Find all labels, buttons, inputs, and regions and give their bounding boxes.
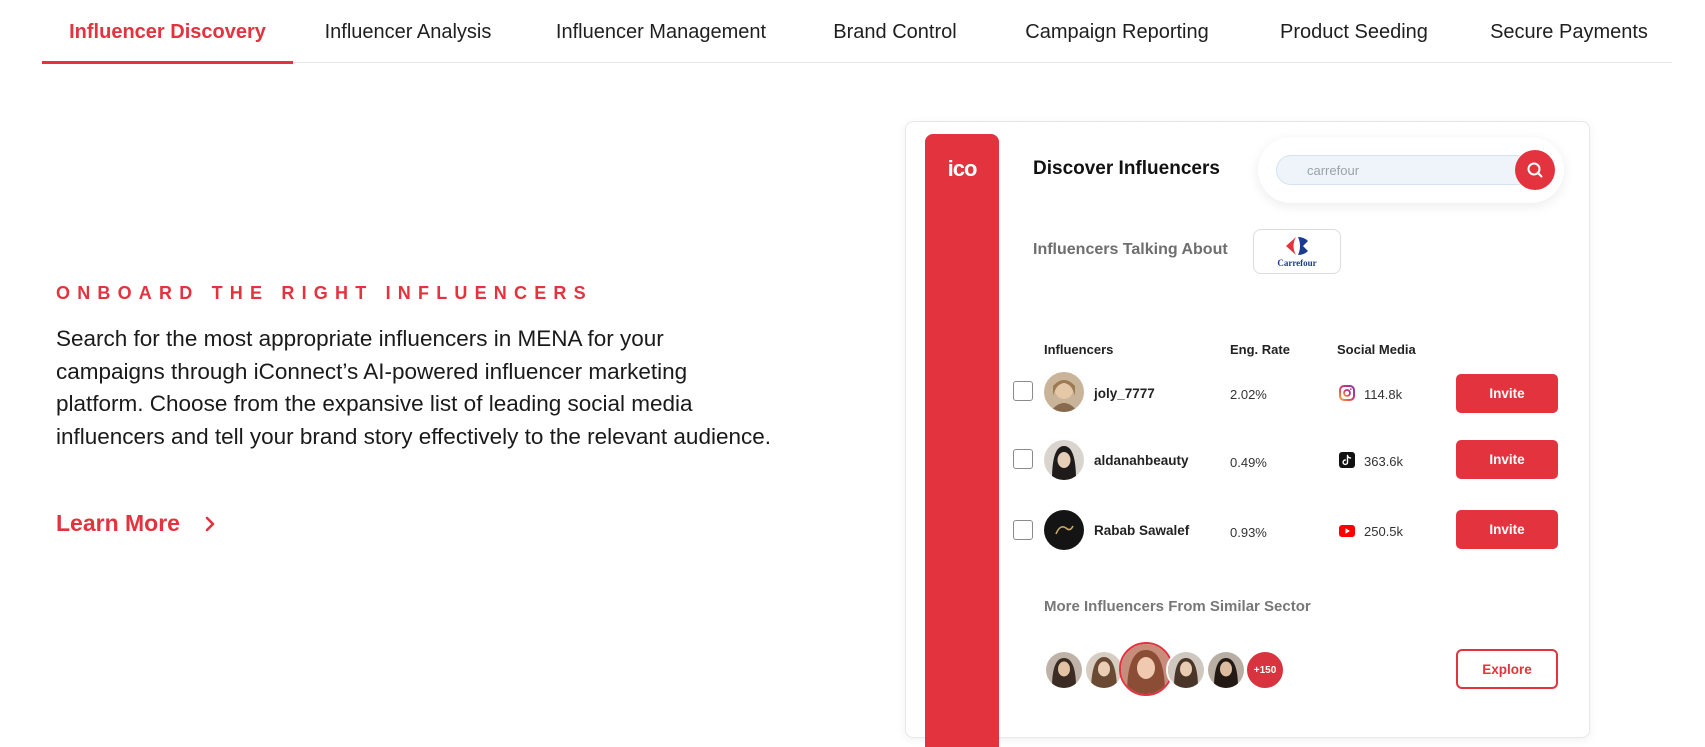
tab-influencer-discovery[interactable]: Influencer Discovery <box>42 0 293 64</box>
learn-more-link[interactable]: Learn More <box>56 510 216 537</box>
followers-count: 250.5k <box>1364 524 1404 539</box>
col-header-eng-rate: Eng. Rate <box>1230 342 1290 357</box>
invite-button[interactable]: Invite <box>1456 374 1558 413</box>
tab-product-seeding[interactable]: Product Seeding <box>1248 0 1460 64</box>
card-top-border <box>926 121 1569 125</box>
tiktok-icon <box>1339 452 1355 468</box>
avatar <box>1206 650 1246 690</box>
app-logo: ico <box>947 156 978 181</box>
row-checkbox[interactable] <box>1013 520 1033 540</box>
carrefour-logo-icon <box>1286 237 1308 255</box>
chevron-right-icon <box>205 516 215 531</box>
section-eyebrow: ONBOARD THE RIGHT INFLUENCERS <box>56 283 593 303</box>
invite-button[interactable]: Invite <box>1456 440 1558 479</box>
invite-button[interactable]: Invite <box>1456 510 1558 549</box>
tab-secure-payments[interactable]: Secure Payments <box>1464 0 1674 64</box>
talking-about-label: Influencers Talking About <box>1033 241 1228 258</box>
search-icon <box>1527 162 1543 178</box>
feature-tabs: Influencer Discovery Influencer Analysis… <box>42 0 1672 64</box>
avatar <box>1119 642 1173 696</box>
more-count-badge: +150 <box>1245 650 1285 690</box>
tab-campaign-reporting[interactable]: Campaign Reporting <box>993 0 1241 64</box>
eng-rate-value: 0.49% <box>1230 455 1267 470</box>
explore-button[interactable]: Explore <box>1456 649 1558 689</box>
col-header-influencers: Influencers <box>1044 342 1114 357</box>
instagram-icon <box>1339 385 1355 401</box>
avatar <box>1044 440 1084 480</box>
mockup-title: Discover Influencers <box>1033 158 1220 179</box>
influencer-name: Rabab Sawalef <box>1094 523 1190 538</box>
avatar <box>1044 510 1084 550</box>
influencer-name: joly_7777 <box>1094 386 1155 401</box>
row-checkbox[interactable] <box>1013 449 1033 469</box>
tab-influencer-management[interactable]: Influencer Management <box>525 0 797 64</box>
section-description: Search for the most appropriate influenc… <box>56 326 772 449</box>
influencer-name: aldanahbeauty <box>1094 453 1189 468</box>
col-header-social-media: Social Media <box>1337 342 1416 357</box>
brand-badge[interactable]: Carrefour <box>1253 229 1341 274</box>
row-checkbox[interactable] <box>1013 381 1033 401</box>
eng-rate-value: 0.93% <box>1230 525 1267 540</box>
avatar <box>1044 372 1084 412</box>
youtube-icon <box>1339 525 1355 537</box>
tab-influencer-analysis[interactable]: Influencer Analysis <box>299 0 517 64</box>
eng-rate-value: 2.02% <box>1230 387 1267 402</box>
more-influencers-title: More Influencers From Similar Sector <box>1044 598 1311 615</box>
avatar <box>1044 650 1084 690</box>
learn-more-label: Learn More <box>56 510 180 536</box>
followers-count: 363.6k <box>1364 454 1404 469</box>
avatar <box>1166 650 1206 690</box>
dashboard-mockup-card <box>905 121 1590 738</box>
avatar <box>1084 650 1124 690</box>
search-input[interactable] <box>1276 155 1532 185</box>
brand-name: Carrefour <box>1277 258 1317 268</box>
search-button[interactable] <box>1515 150 1555 190</box>
followers-count: 114.8k <box>1364 387 1403 402</box>
app-sidebar: ico <box>925 134 999 747</box>
tab-brand-control[interactable]: Brand Control <box>806 0 984 64</box>
